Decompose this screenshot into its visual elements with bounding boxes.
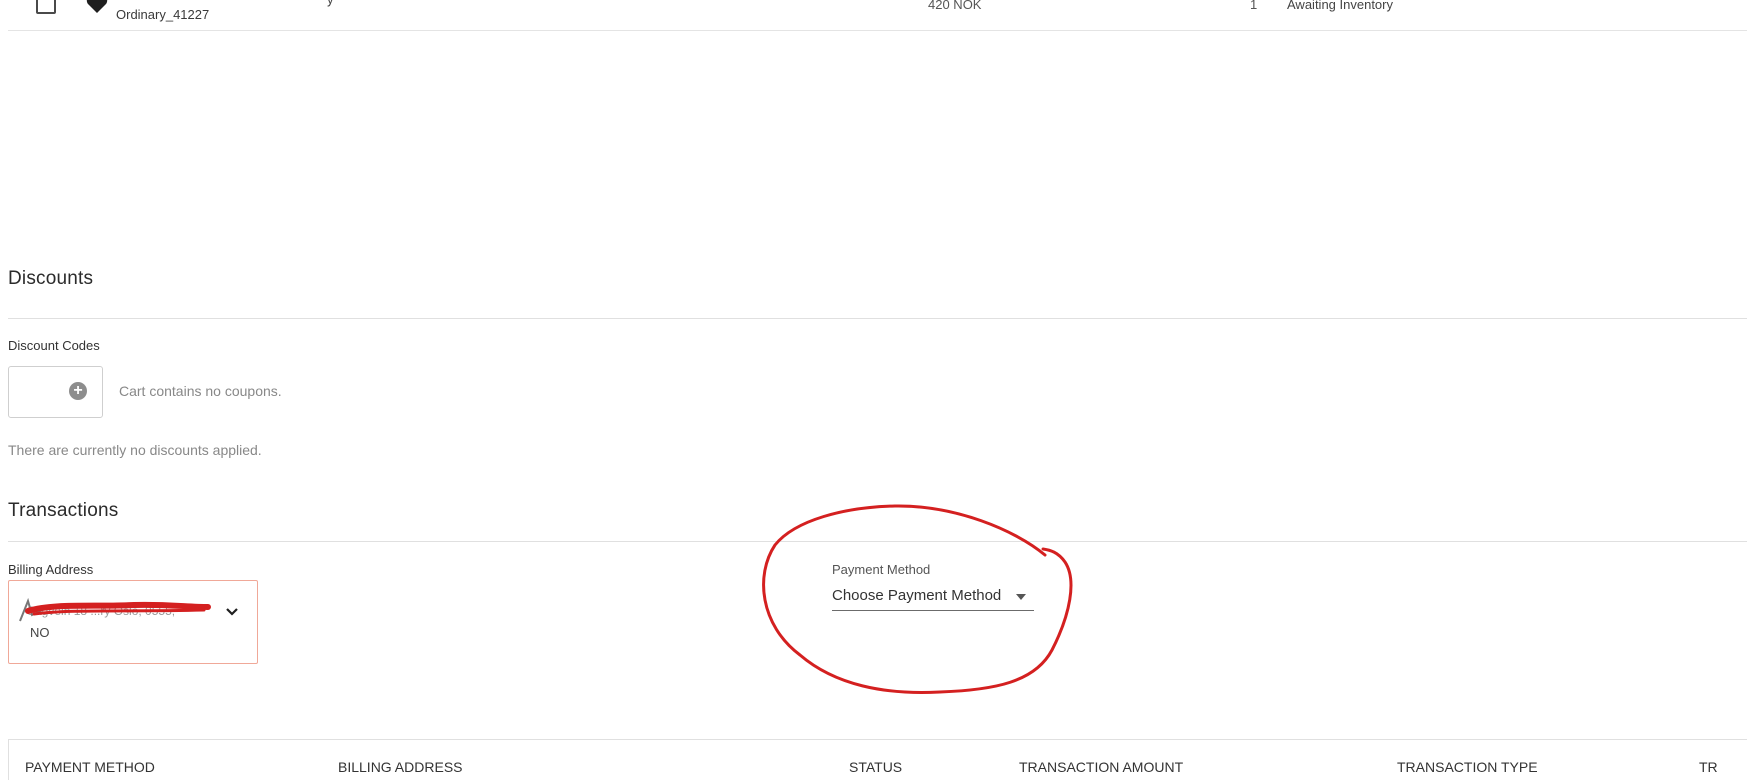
transactions-table-header: PAYMENT METHOD BILLING ADDRESS STATUS TR…: [8, 739, 1747, 780]
discounts-title: Discounts: [8, 268, 94, 289]
discount-code-input[interactable]: [8, 366, 103, 418]
no-discounts-message: There are currently no discounts applied…: [8, 442, 262, 458]
transactions-title: Transactions: [8, 500, 119, 521]
billing-address-label: Billing Address: [8, 562, 94, 577]
section-divider: [8, 318, 1747, 319]
checkbox-icon[interactable]: [36, 0, 56, 14]
no-coupons-message: Cart contains no coupons.: [119, 383, 282, 399]
item-price: 420 NOK: [928, 0, 982, 12]
product-sku: Ordinary_41227: [116, 7, 210, 22]
item-quantity: 1: [1250, 0, 1258, 12]
column-header-transaction-type[interactable]: TRANSACTION TYPE: [1397, 759, 1538, 775]
redaction-scribble: [19, 597, 211, 622]
column-header-status[interactable]: STATUS: [849, 759, 902, 775]
annotation-circle: [762, 504, 1073, 694]
item-status: Awaiting Inventory: [1287, 0, 1393, 12]
heart-icon[interactable]: [86, 0, 108, 14]
billing-country: NO: [30, 625, 50, 640]
order-item-row: [8, 0, 1747, 31]
column-header-transaction-amount[interactable]: TRANSACTION AMOUNT: [1019, 759, 1183, 775]
plus-circle-icon[interactable]: +: [69, 382, 87, 400]
discount-codes-label: Discount Codes: [8, 338, 100, 353]
chevron-down-icon[interactable]: [225, 606, 239, 618]
product-title-fragment: y: [327, 0, 334, 7]
column-header-truncated[interactable]: TR: [1699, 759, 1718, 775]
column-header-billing-address[interactable]: BILLING ADDRESS: [338, 759, 463, 775]
column-header-payment-method[interactable]: PAYMENT METHOD: [25, 759, 155, 775]
